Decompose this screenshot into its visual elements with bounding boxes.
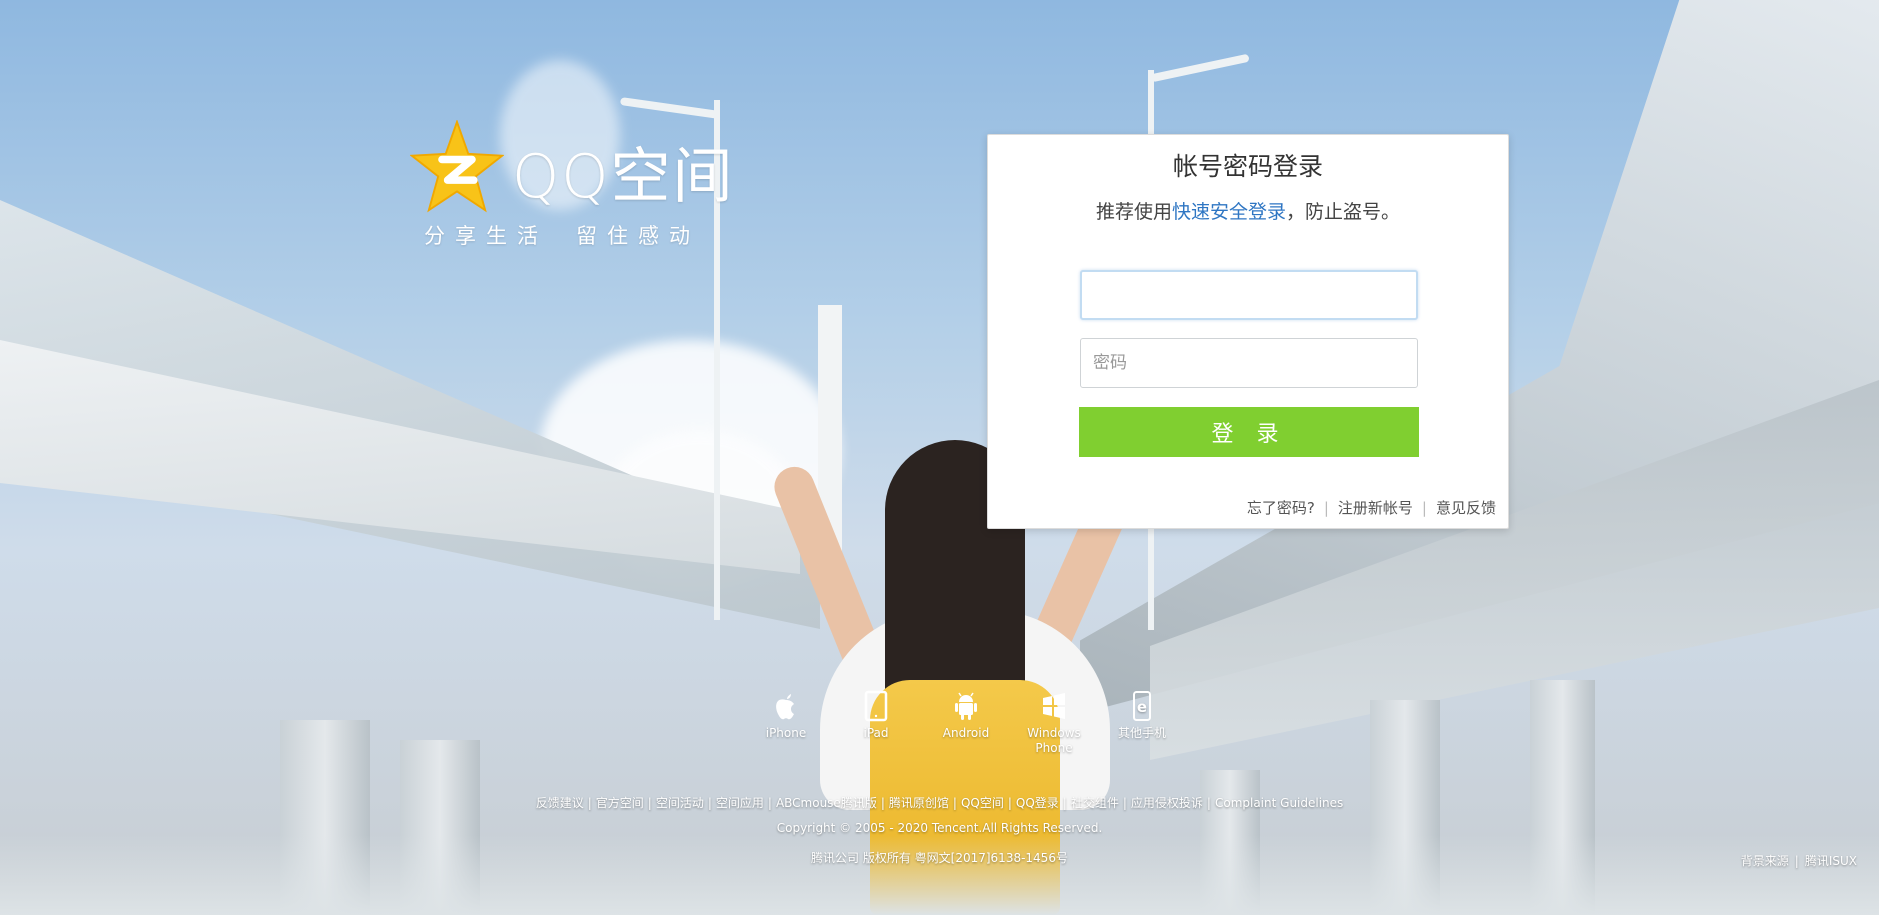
login-tip: 推荐使用快速安全登录，防止盗号。 xyxy=(988,197,1508,224)
login-button[interactable]: 登 录 xyxy=(1079,407,1419,457)
footer-links: 反馈建议 | 官方空间 | 空间活动 | 空间应用 | ABCmouse腾讯版 | 腾讯原创馆 | QQ… xyxy=(535,796,1344,810)
device-other-phone[interactable]: e 其他手机 xyxy=(1104,690,1180,741)
separator: | xyxy=(1421,499,1427,517)
device-label: iPad xyxy=(863,726,889,740)
copyright: Copyright © 2005 - 2020 Tencent.All Righ… xyxy=(776,821,1103,835)
tip-suffix: ，防止盗号。 xyxy=(1286,201,1401,223)
apple-icon xyxy=(776,694,794,720)
qzone-logo: QQ空间 分享生活 留住感动 xyxy=(410,120,740,250)
separator: | xyxy=(1323,499,1329,517)
footer-link[interactable]: 空间应用 xyxy=(716,796,764,810)
register-link[interactable]: 注册新帐号 xyxy=(1338,499,1413,517)
android-icon xyxy=(955,692,977,720)
background-photo xyxy=(0,0,1879,915)
footer-link[interactable]: 腾讯原创馆 xyxy=(889,796,949,810)
slogan-right: 留住感动 xyxy=(576,224,700,248)
footer-link[interactable]: 反馈建议 xyxy=(536,796,584,810)
device-iphone[interactable]: iPhone xyxy=(748,690,824,741)
device-ipad[interactable]: iPad xyxy=(838,690,914,741)
background-source-link[interactable]: 腾讯ISUX xyxy=(1805,854,1857,868)
footer-link[interactable]: QQ空间 xyxy=(961,796,1004,810)
ground xyxy=(0,835,1879,915)
footer-link[interactable]: 空间活动 xyxy=(656,796,704,810)
windows-icon xyxy=(1043,693,1065,719)
background-source: 背景来源 | 腾讯ISUX xyxy=(1740,854,1857,868)
login-links: 忘了密码? | 注册新帐号 | 意见反馈 xyxy=(1247,497,1496,518)
svg-text:e: e xyxy=(1137,698,1147,716)
ie-phone-icon: e xyxy=(1133,691,1151,721)
logo-slogan: 分享生活 留住感动 xyxy=(424,220,700,250)
feedback-link[interactable]: 意见反馈 xyxy=(1436,499,1496,517)
footer-link[interactable]: ABCmouse腾讯版 xyxy=(776,796,877,810)
forgot-password-link[interactable]: 忘了密码? xyxy=(1247,499,1315,517)
footer-link[interactable]: 官方空间 xyxy=(596,796,644,810)
password-input[interactable] xyxy=(1080,338,1418,388)
icp-license: 腾讯公司 版权所有 粤网文[2017]6138-1456号 xyxy=(811,851,1068,865)
tip-prefix: 推荐使用 xyxy=(1095,201,1172,223)
quick-login-link[interactable]: 快速安全登录 xyxy=(1172,201,1286,223)
login-title: 帐号密码登录 xyxy=(1172,152,1323,181)
device-label: iPhone xyxy=(765,726,807,740)
device-windows-phone[interactable]: Windows Phone xyxy=(1016,690,1092,756)
tablet-icon xyxy=(864,690,888,722)
footer-link[interactable]: 应用侵权投诉 xyxy=(1131,796,1203,810)
footer-link[interactable]: QQ登录 xyxy=(1016,796,1059,810)
username-input[interactable] xyxy=(1080,270,1418,320)
device-android[interactable]: Android xyxy=(928,690,1004,741)
slogan-left: 分享生活 xyxy=(424,224,548,248)
logo-text: QQ空间 xyxy=(512,142,735,212)
device-downloads: iPhone iPad Android Windows Phone e 其他手机 xyxy=(748,690,1188,760)
footer-link[interactable]: 社交组件 xyxy=(1071,796,1119,810)
qzone-star-icon xyxy=(410,120,504,213)
login-panel: 帐号密码登录 推荐使用快速安全登录，防止盗号。 登 录 忘了密码? | 注册新帐号 |… xyxy=(987,134,1509,529)
device-label: Android xyxy=(942,726,990,740)
device-label: Windows Phone xyxy=(1027,726,1081,755)
footer-link[interactable]: Complaint Guidelines xyxy=(1215,796,1343,810)
background-source-label: 背景来源 xyxy=(1740,854,1789,868)
device-label: 其他手机 xyxy=(1117,726,1166,740)
